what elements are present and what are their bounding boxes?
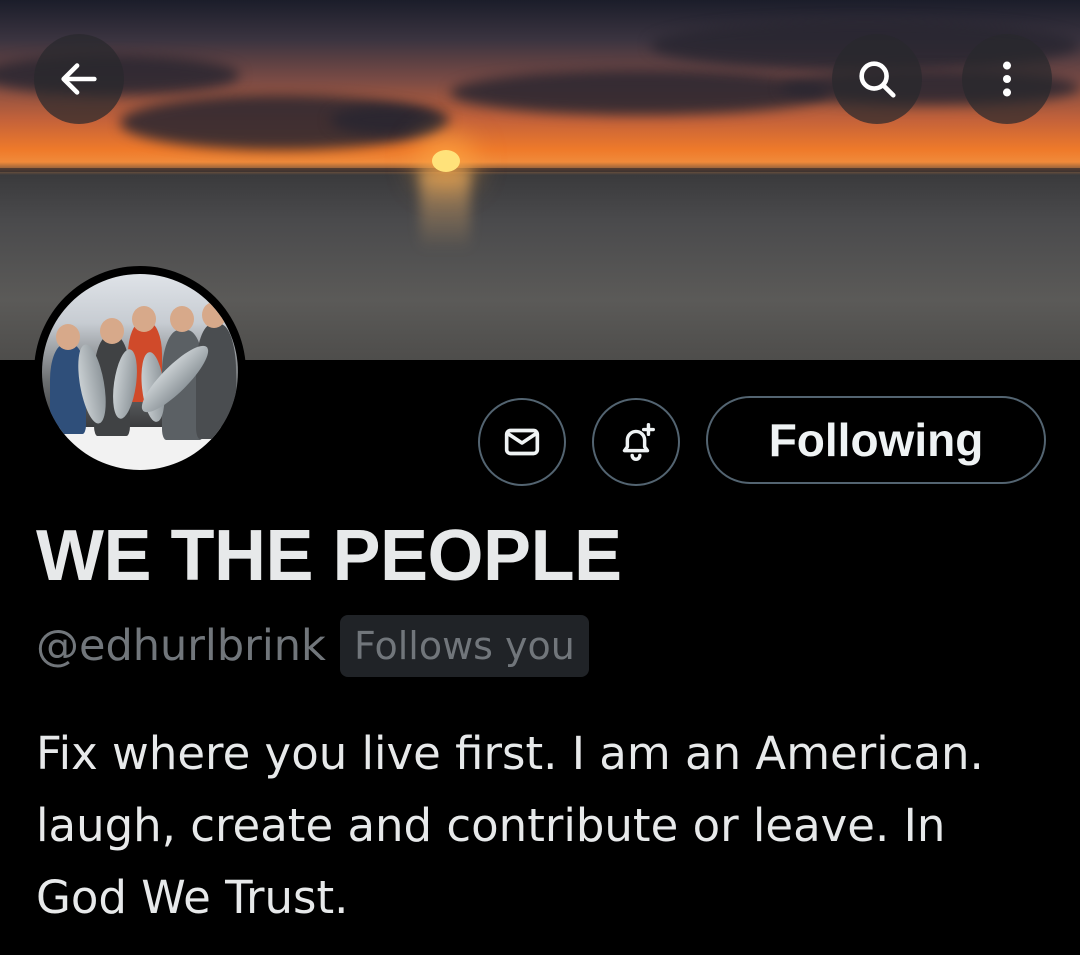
follows-you-badge: Follows you xyxy=(339,615,589,677)
arrow-left-icon xyxy=(61,63,97,95)
profile-bio: Fix where you live first. I am an Americ… xyxy=(36,727,984,924)
search-icon xyxy=(859,61,896,98)
user-handle: @edhurlbrink xyxy=(36,621,326,671)
message-button[interactable] xyxy=(478,398,566,486)
bell-plus-icon xyxy=(622,423,655,461)
avatar-photo xyxy=(42,274,238,470)
following-button[interactable]: Following xyxy=(706,396,1046,484)
notifications-button[interactable] xyxy=(592,398,680,486)
display-name: WE THE PEOPLE xyxy=(36,516,622,596)
profile-avatar[interactable] xyxy=(34,266,246,478)
more-options-button[interactable] xyxy=(962,34,1052,124)
handle-row: @edhurlbrink Follows you xyxy=(36,615,589,677)
search-button[interactable] xyxy=(832,34,922,124)
more-vertical-icon xyxy=(1002,61,1012,97)
back-button[interactable] xyxy=(34,34,124,124)
envelope-icon xyxy=(504,428,540,456)
